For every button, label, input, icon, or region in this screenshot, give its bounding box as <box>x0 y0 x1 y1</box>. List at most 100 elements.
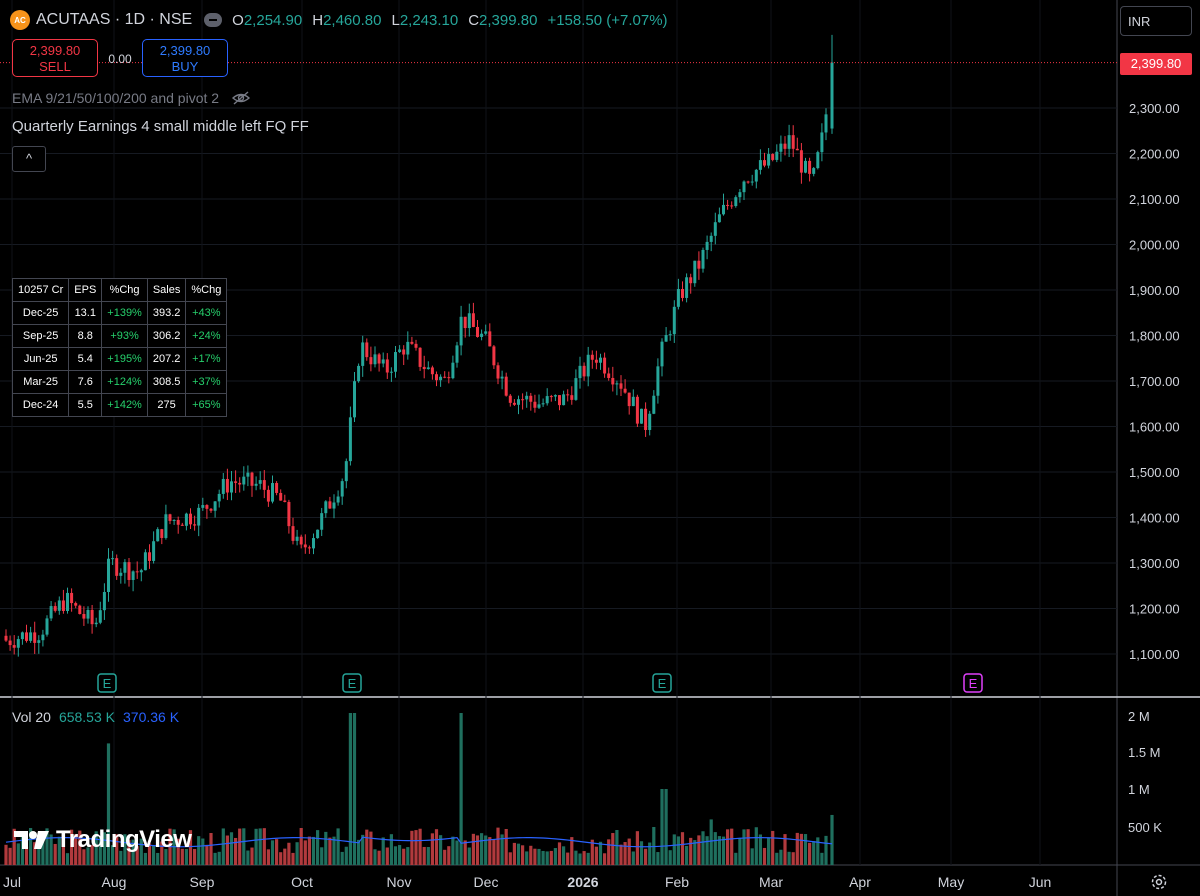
candle-body <box>82 613 86 619</box>
volume-bar <box>475 835 480 865</box>
candle-body <box>115 558 119 576</box>
x-tick-label: Oct <box>291 874 313 890</box>
candle-body <box>471 313 475 327</box>
ema-label: EMA 9/21/50/100/200 and pivot 2 <box>12 90 220 106</box>
candle-body <box>303 544 307 548</box>
candle-body <box>590 354 594 360</box>
candle-body <box>283 500 287 502</box>
candle-body <box>492 346 496 366</box>
volume-bar <box>463 840 467 865</box>
symbol-header: AC ACUTAAS · 1D · NSE O2,254.90 H2,460.8… <box>10 6 668 34</box>
candle-body <box>603 357 607 374</box>
volume-bar <box>250 847 254 865</box>
volume-bar <box>705 836 709 865</box>
candle-body <box>33 632 37 643</box>
volume-bar <box>254 828 258 865</box>
volume-ma-value: 370.36 K <box>123 709 180 725</box>
volume-bar <box>762 847 767 865</box>
x-tick-label: Jun <box>1029 874 1052 890</box>
x-tick-label: Mar <box>759 874 783 890</box>
candle-body <box>312 538 315 549</box>
volume-bar <box>529 845 533 865</box>
volume-bar <box>553 848 557 865</box>
volume-bar <box>488 837 492 865</box>
candle-body <box>726 204 730 206</box>
volume-bar <box>246 850 250 865</box>
candle-body <box>225 478 229 493</box>
candle-body <box>402 349 406 355</box>
volume-bar <box>525 851 529 865</box>
volume-bar <box>242 828 246 865</box>
candle-body <box>685 277 689 298</box>
volume-bar <box>262 828 266 865</box>
volume-bar <box>824 835 828 865</box>
tradingview-logo[interactable]: TradingView <box>14 826 192 854</box>
volume-bar <box>430 833 434 865</box>
candle-body <box>611 377 615 385</box>
volume-bar <box>303 840 307 865</box>
earnings-marker-label: E <box>103 676 112 691</box>
volume-legend[interactable]: Vol 20 658.53 K 370.36 K <box>12 709 179 725</box>
volume-bar <box>709 819 713 865</box>
candle-body <box>586 354 590 377</box>
symbol-title[interactable]: ACUTAAS · 1D · NSE <box>36 11 192 29</box>
candle-body <box>230 481 233 493</box>
candle-body <box>385 359 389 373</box>
candle-body <box>127 562 131 580</box>
candle-body <box>90 609 94 625</box>
volume-bar <box>758 834 762 865</box>
collapse-legend-button[interactable]: ^ <box>12 146 46 172</box>
volume-bar <box>385 847 389 865</box>
buy-price: 2,399.80 <box>159 43 211 58</box>
eye-hidden-icon[interactable] <box>231 90 251 106</box>
candle-body <box>799 150 803 173</box>
sell-button[interactable]: 2,399.80 SELL <box>12 39 98 77</box>
candle-body <box>435 374 438 381</box>
volume-bar <box>738 838 742 865</box>
candle-body <box>553 395 557 397</box>
volume-bar <box>648 842 652 865</box>
candle-body <box>246 472 250 477</box>
candle-body <box>767 154 771 166</box>
volume-bar <box>557 842 562 865</box>
volume-bar <box>775 852 779 865</box>
volume-bar <box>664 789 668 865</box>
ohlc-close-key: C <box>468 11 480 29</box>
candle-body <box>316 529 320 539</box>
candle-body <box>78 605 82 614</box>
volume-bar <box>332 836 336 865</box>
volume-axis-label: 1 M <box>1128 782 1150 797</box>
candle-body <box>250 472 254 486</box>
candle-body <box>627 392 631 407</box>
volume-bar <box>521 845 525 865</box>
candle-body <box>566 394 570 396</box>
volume-bar <box>369 831 373 865</box>
market-status-icon[interactable] <box>204 13 223 27</box>
candle-body <box>4 635 8 641</box>
volume-bar <box>287 842 291 865</box>
volume-bar <box>594 846 598 865</box>
volume-bar <box>631 851 635 865</box>
earnings-indicator-legend[interactable]: Quarterly Earnings 4 small middle left F… <box>12 118 309 135</box>
header-cell: 10257 Cr <box>11 278 70 302</box>
volume-bar <box>808 842 812 865</box>
volume-label: Vol 20 <box>12 709 51 725</box>
header-cell: %Chg <box>101 278 148 302</box>
currency-selector[interactable]: INR <box>1120 6 1192 36</box>
volume-bar <box>156 852 160 865</box>
candle-body <box>213 501 217 511</box>
candle-body <box>70 592 74 604</box>
ema-indicator-legend[interactable]: EMA 9/21/50/100/200 and pivot 2 <box>12 90 251 106</box>
candle-body <box>607 373 611 378</box>
ohlc-low-key: L <box>391 11 400 29</box>
volume-bar <box>402 848 406 865</box>
candle-body <box>517 399 520 405</box>
candle-body <box>480 333 484 337</box>
candle-body <box>414 343 418 348</box>
ohlc-high-key: H <box>312 11 324 29</box>
buy-button[interactable]: 2,399.80 BUY <box>142 39 228 77</box>
x-tick-label: 2026 <box>567 874 598 890</box>
candle-body <box>484 331 488 334</box>
gear-icon[interactable] <box>1150 873 1168 891</box>
x-tick-label: Feb <box>665 874 689 890</box>
